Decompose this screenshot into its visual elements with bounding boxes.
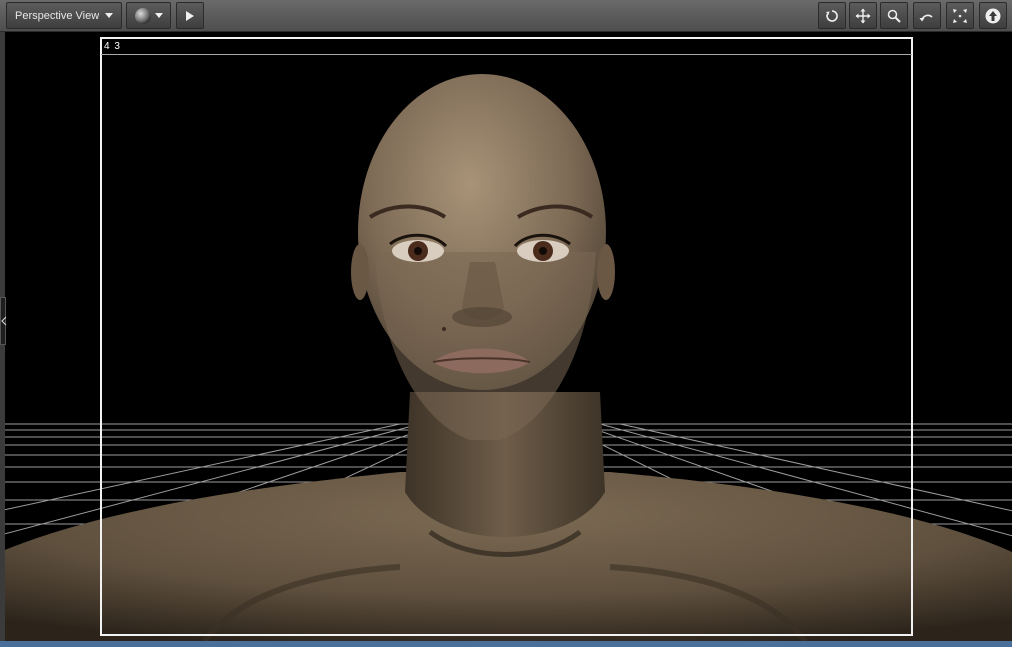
view-selector-dropdown[interactable]: Perspective View [6,2,122,29]
viewport-toolbar: Perspective View [0,0,1012,32]
pan-button[interactable] [849,2,877,29]
draw-style-button[interactable] [126,2,171,29]
home-button[interactable] [979,2,1007,29]
panel-collapse-handle[interactable] [0,297,7,345]
figure-model [0,74,1012,641]
frame-button[interactable] [946,2,974,29]
roll-icon [919,14,933,21]
aspect-ratio-label: 4 3 [104,41,121,52]
chevron-down-icon [155,13,163,18]
pan-icon [855,8,871,23]
zoom-icon [887,9,901,23]
title-safe-line [101,54,912,55]
zoom-button[interactable] [880,2,908,29]
viewport-scene [0,74,1012,641]
home-icon [985,8,1001,23]
play-icon [186,10,194,21]
play-button[interactable] [176,2,204,29]
orbit-icon [826,9,838,22]
view-selector-label: Perspective View [15,9,100,22]
collapse-arrow-icon [1,316,7,326]
3d-viewport[interactable] [0,32,1012,641]
window-bottom-border [0,641,1012,647]
sphere-render-icon [135,7,151,24]
chevron-down-icon [105,13,114,18]
frame-icon [953,8,967,23]
orbit-button[interactable] [818,2,846,29]
roll-button[interactable] [913,2,941,29]
